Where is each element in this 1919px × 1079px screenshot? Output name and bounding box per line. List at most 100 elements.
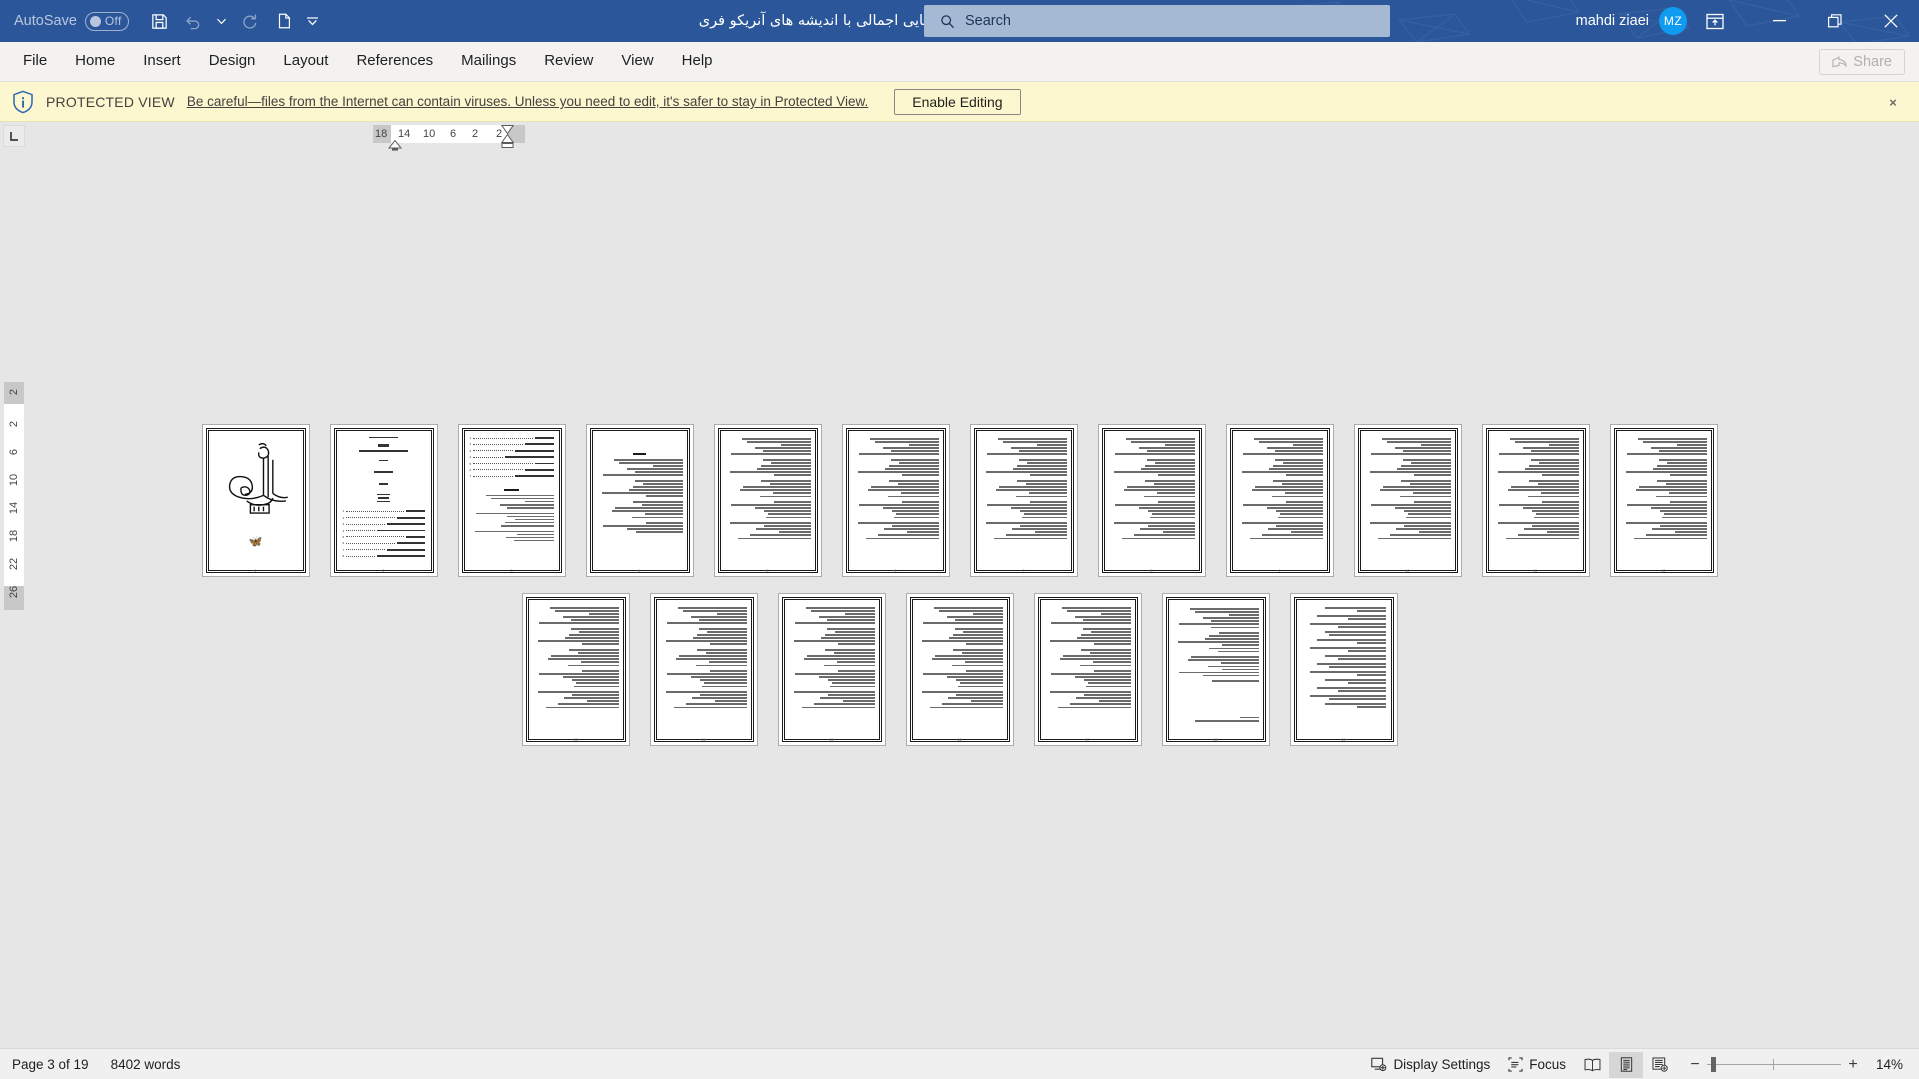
page-thumbnail[interactable]: 4 [585, 424, 694, 577]
page-thumbnail[interactable]: 8 [1097, 424, 1206, 577]
thumb-text-line [1015, 495, 1067, 498]
toc-leader-dots [346, 536, 405, 538]
thumb-text-line [1394, 507, 1451, 509]
enable-editing-button[interactable]: Enable Editing [894, 88, 1021, 115]
restore-button[interactable] [1807, 0, 1863, 42]
quick-access-toolbar [145, 6, 324, 36]
protected-view-message[interactable]: Be careful—files from the Internet can c… [187, 94, 868, 109]
thumb-text-line [549, 607, 619, 609]
thumb-text-line [1208, 635, 1259, 637]
page-thumbnail[interactable]: 🦋 1 [201, 424, 310, 577]
page-indicator[interactable]: Page 3 of 19 [12, 1057, 89, 1072]
thumb-text-line [965, 643, 1003, 646]
toc-entry-title [504, 456, 554, 459]
web-layout-button[interactable] [1643, 1052, 1677, 1078]
page-thumbnail[interactable]: 19 [1289, 593, 1398, 746]
thumb-text-line [892, 525, 939, 527]
undo-icon[interactable] [178, 6, 208, 36]
tab-insert[interactable]: Insert [130, 41, 194, 81]
page-thumbnail[interactable]: 14 [649, 593, 758, 746]
tab-layout[interactable]: Layout [270, 41, 341, 81]
zoom-out-button[interactable]: − [1683, 1056, 1707, 1074]
tab-references[interactable]: References [343, 41, 446, 81]
minimize-button[interactable] [1751, 0, 1807, 42]
page-body [1105, 433, 1199, 564]
customize-quick-access-toolbar-icon[interactable] [302, 6, 324, 36]
redo-icon[interactable] [236, 6, 266, 36]
right-indent-marker[interactable] [501, 124, 514, 148]
thumb-text-line [1147, 450, 1195, 452]
zoom-track[interactable] [1707, 1049, 1841, 1079]
tab-design[interactable]: Design [196, 41, 269, 81]
thumb-text-line [1413, 501, 1451, 503]
thumb-text-line [1655, 495, 1707, 498]
page-thumbnail[interactable]: 9 [1225, 424, 1334, 577]
tab-mailings[interactable]: Mailings [448, 41, 529, 81]
page-number: 3 [510, 569, 513, 573]
thumb-text-line [1187, 659, 1259, 661]
toc-page-number: 6 [469, 467, 472, 472]
thumb-text-line [1646, 534, 1707, 536]
save-icon[interactable] [145, 6, 175, 36]
thumb-text-line [866, 537, 939, 540]
tab-view[interactable]: View [608, 41, 666, 81]
thumb-text-line [1149, 516, 1195, 519]
print-layout-button[interactable] [1609, 1051, 1643, 1078]
tab-file[interactable]: File [10, 41, 60, 81]
autosave-toggle[interactable]: Off [84, 11, 129, 31]
toc-entry-title [514, 475, 554, 478]
thumb-text-line [1034, 531, 1067, 533]
zoom-slider[interactable]: − + [1683, 1049, 1865, 1079]
page-thumbnail[interactable]: 17 [1033, 593, 1142, 746]
thumb-text-line [1079, 664, 1131, 667]
page-thumbnail[interactable]: 12345673 [457, 424, 566, 577]
page-thumbnail[interactable]: 6 [841, 424, 950, 577]
thumb-text-line [837, 670, 875, 672]
tab-home[interactable]: Home [62, 41, 128, 81]
page-thumbnail[interactable]: 18 [1161, 593, 1270, 746]
toc-page-number: 4 [469, 455, 472, 460]
display-settings-button[interactable]: Display Settings [1362, 1052, 1499, 1078]
word-count[interactable]: 8402 words [111, 1057, 181, 1072]
avatar[interactable]: MZ [1659, 7, 1687, 35]
toc-entry: 1 [343, 509, 425, 513]
autosave-control[interactable]: AutoSave Off [14, 11, 129, 31]
page-thumbnail[interactable]: 15 [777, 593, 886, 746]
read-mode-button[interactable] [1575, 1052, 1609, 1078]
ribbon-display-options-icon[interactable] [1693, 0, 1737, 42]
toc-page-number: 3 [342, 522, 345, 527]
page-number: 9 [1278, 569, 1281, 573]
page-thumbnail[interactable]: 13 [521, 593, 630, 746]
close-button[interactable] [1863, 0, 1919, 42]
zoom-level[interactable]: 14% [1865, 1057, 1909, 1072]
toc-entry: 7 [343, 548, 425, 552]
zoom-slider-thumb[interactable] [1711, 1057, 1716, 1072]
new-document-icon[interactable] [269, 6, 299, 36]
thumb-text-line [1203, 617, 1259, 619]
page-thumbnail[interactable]: 11 [1481, 424, 1590, 577]
close-icon[interactable]: × [1881, 82, 1905, 122]
thumb-text-line [1221, 668, 1259, 671]
zoom-in-button[interactable]: + [1841, 1056, 1865, 1074]
page-thumbnail[interactable]: 10 [1353, 424, 1462, 577]
thumb-text-line [1194, 611, 1259, 613]
account-area[interactable]: mahdi ziaei MZ [1576, 0, 1687, 42]
tab-review[interactable]: Review [531, 41, 606, 81]
tab-stop-selector-button[interactable] [3, 125, 25, 147]
tab-help[interactable]: Help [669, 41, 726, 81]
page-thumbnail[interactable]: 12 [1609, 424, 1718, 577]
document-workspace[interactable]: 18 14 10 6 2 2 2 2 6 10 14 18 22 26 🦋 1 1 2 [0, 122, 1919, 1048]
page-thumbnail-area[interactable]: 🦋 1 1 2 3 4 5 6 7 8 2 1 2 3 4 5 6 7 3 4 5 6 7 8 9 10 11 12 13 14 15 16… [0, 150, 1919, 1048]
page-thumbnail[interactable]: 123456782 [329, 424, 438, 577]
toc-entry: 3 [343, 522, 425, 526]
focus-button[interactable]: Focus [1499, 1052, 1575, 1078]
thumb-text-line [476, 512, 554, 515]
thumb-text-line [1282, 462, 1323, 464]
page-thumbnail[interactable]: 16 [905, 593, 1014, 746]
thumb-text-line [578, 631, 619, 633]
page-thumbnail[interactable]: 7 [969, 424, 1078, 577]
search-input[interactable]: Search [924, 5, 1390, 37]
page-thumbnail[interactable]: 5 [713, 424, 822, 577]
undo-dropdown-icon[interactable] [211, 6, 233, 36]
thumb-text-line [629, 489, 683, 491]
